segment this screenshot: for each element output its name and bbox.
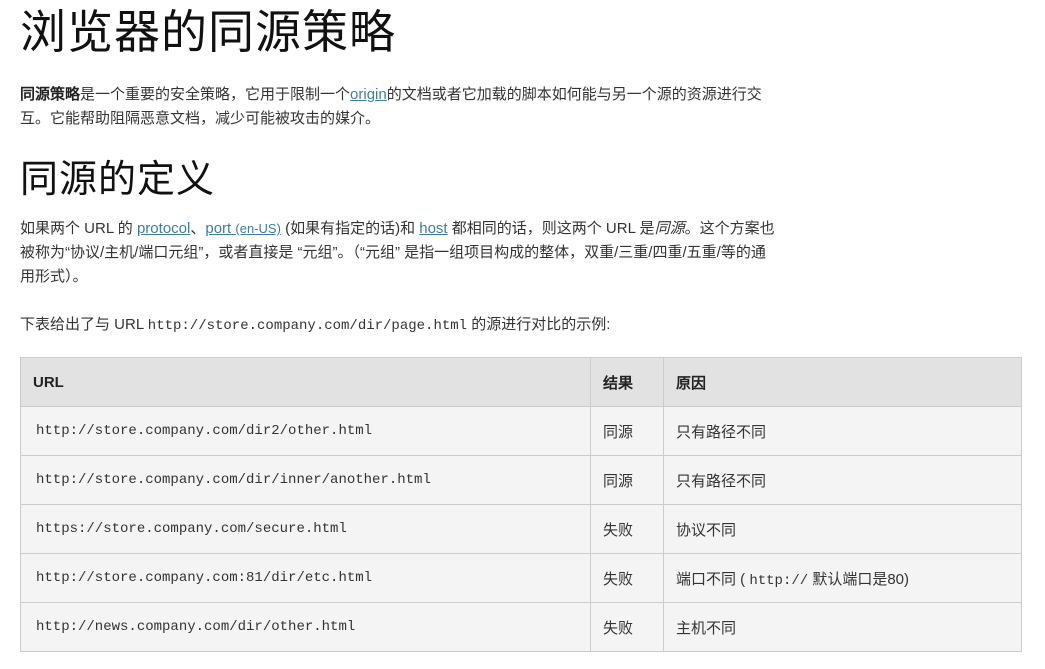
intro-text-1: 是一个重要的安全策略，它用于限制一个 [80,86,351,103]
en-us-badge: (en-US) [235,221,281,236]
row-url: http://store.company.com/dir2/other.html [20,406,591,456]
row-result: 同源 [590,455,664,505]
origin-link[interactable]: origin [350,86,387,103]
origin-comparison-table: URL 结果 原因 http://store.company.com/dir2/… [20,357,1022,652]
row-reason: 只有路径不同 [663,455,1022,505]
table-intro-text-1: 下表给出了与 URL [20,316,148,333]
reason-text-post: 默认端口是80) [808,570,910,588]
table-row: http://store.company.com:81/dir/etc.html… [20,553,1022,603]
reason-code: http:// [749,572,809,589]
table-row: https://store.company.com/secure.html 失败… [20,504,1022,554]
header-reason: 原因 [663,357,1022,407]
intro-bold-term: 同源策略 [20,86,81,103]
row-url: https://store.company.com/secure.html [20,504,591,554]
same-origin-term: 同源 [654,220,685,237]
article: 浏览器的同源策略 同源策略是一个重要的安全策略，它用于限制一个origin的文档… [20,0,1025,652]
page-title: 浏览器的同源策略 [20,7,396,58]
row-url: http://store.company.com:81/dir/etc.html [20,553,591,603]
reason-text-pre: 端口不同 ( [676,570,750,588]
table-row: http://store.company.com/dir2/other.html… [20,406,1022,456]
def-text-1: 如果两个 URL 的 [20,220,137,237]
row-reason: 主机不同 [663,602,1022,652]
row-reason: 只有路径不同 [663,406,1022,456]
header-result: 结果 [590,357,664,407]
table-intro: 下表给出了与 URL http://store.company.com/dir/… [20,313,1025,338]
table-row: http://store.company.com/dir/inner/anoth… [20,455,1022,505]
def-text-2: 、 [190,220,206,237]
reference-url-code: http://store.company.com/dir/page.html [147,318,468,334]
port-link[interactable]: port (en-US) [205,220,281,237]
protocol-link[interactable]: protocol [137,220,190,237]
row-reason: 协议不同 [663,504,1022,554]
header-url: URL [20,357,591,407]
port-link-label: port [205,220,232,237]
row-url: http://store.company.com/dir/inner/anoth… [20,455,591,505]
row-result: 失败 [590,504,664,554]
def-text-4: 都相同的话，则这两个 URL 是 [447,220,655,237]
table-row: http://news.company.com/dir/other.html 失… [20,602,1022,652]
definition-paragraph: 如果两个 URL 的 protocol、port (en-US) (如果有指定的… [20,217,780,289]
row-result: 失败 [590,553,664,603]
def-text-3: (如果有指定的话)和 [280,220,420,237]
definition-heading: 同源的定义 [20,159,216,201]
table-header-row: URL 结果 原因 [20,357,1022,407]
host-link[interactable]: host [419,220,447,237]
row-reason: 端口不同 ( http:// 默认端口是80) [663,553,1022,603]
row-result: 同源 [590,406,664,456]
row-result: 失败 [590,602,664,652]
intro-paragraph: 同源策略是一个重要的安全策略，它用于限制一个origin的文档或者它加载的脚本如… [20,83,770,131]
row-url: http://news.company.com/dir/other.html [20,602,591,652]
table-intro-text-2: 的源进行对比的示例: [467,316,611,333]
